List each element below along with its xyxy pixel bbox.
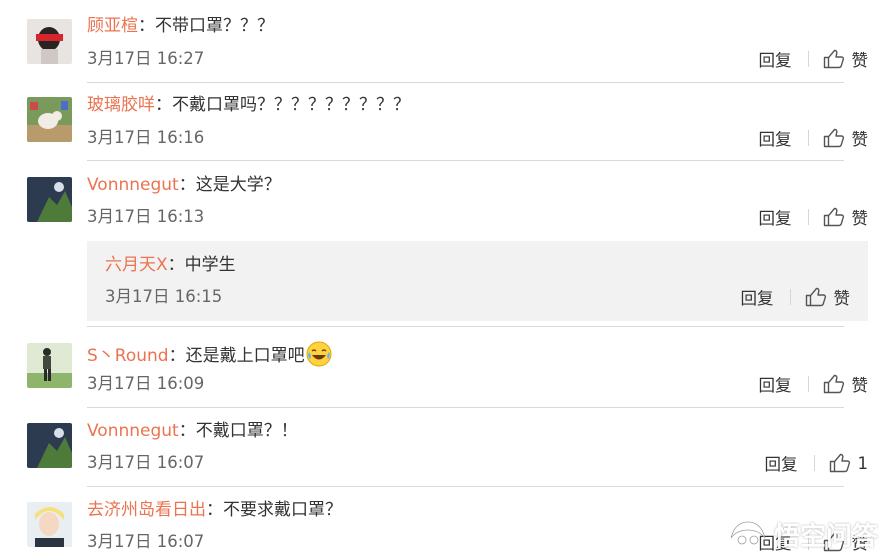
watermark: 悟空问答	[728, 516, 878, 553]
reply-button[interactable]: 回复	[741, 285, 774, 309]
separator: ：	[178, 175, 196, 195]
username-link[interactable]: S丶Round	[87, 346, 169, 366]
comment-line: 顾亚楦：不带口罩？？？	[87, 15, 274, 37]
reply-line: 六月天X：中学生	[105, 254, 236, 276]
like-button[interactable]: 赞	[823, 126, 869, 150]
comment-actions: 回复 赞	[759, 126, 869, 150]
comment-line: 玻璃胶咩：不戴口罩吗？？？？？？？？？	[87, 94, 410, 116]
action-divider	[813, 455, 815, 471]
comment-time: 3月17日 16:07	[87, 453, 205, 472]
separator: ：	[178, 421, 196, 441]
thumbs-up-icon	[829, 453, 850, 473]
comment-actions: 回复 1	[765, 451, 869, 475]
reply-button[interactable]: 回复	[759, 47, 792, 71]
comment-time: 3月17日 16:09	[87, 374, 205, 393]
comment-actions: 回复 赞	[759, 205, 869, 229]
comment-text: 不带口罩？？？	[155, 16, 274, 36]
action-divider	[807, 376, 809, 392]
like-button[interactable]: 赞	[805, 285, 851, 309]
thumbs-up-icon	[823, 128, 844, 148]
avatar[interactable]	[27, 177, 72, 222]
watermark-text: 悟空问答	[773, 522, 878, 552]
like-count: 1	[857, 453, 869, 473]
comment-time: 3月17日 16:13	[87, 207, 205, 226]
like-button[interactable]: 赞	[823, 47, 869, 71]
action-divider	[807, 51, 809, 67]
reply-button[interactable]: 回复	[759, 126, 792, 150]
comment-time: 3月17日 16:07	[87, 532, 205, 551]
like-label: 赞	[851, 209, 869, 228]
username-link[interactable]: Vonnnegut	[87, 421, 179, 441]
divider	[87, 160, 844, 161]
thumbs-up-icon	[823, 207, 844, 227]
comment-text: 不戴口罩吗？？？？？？？？？	[172, 95, 410, 115]
avatar[interactable]	[27, 343, 72, 388]
like-button[interactable]: 赞	[823, 372, 869, 396]
like-button[interactable]: 1	[829, 453, 869, 473]
comment-text: 不戴口罩？！	[195, 421, 298, 441]
reply-actions: 回复 赞	[741, 285, 851, 309]
separator: ：	[138, 16, 155, 36]
comment-line: Vonnnegut：这是大学？	[87, 174, 281, 196]
avatar[interactable]	[27, 19, 72, 64]
comment-text: 不要求戴口罩？	[223, 500, 342, 520]
comment-text: 这是大学？	[195, 175, 281, 195]
avatar[interactable]	[27, 423, 72, 468]
action-divider	[807, 209, 809, 225]
comment-actions: 回复 赞	[759, 47, 869, 71]
comment-line: 去济州岛看日出：不要求戴口罩？	[87, 499, 342, 521]
laughing-tears-emoji	[306, 341, 332, 367]
username-link[interactable]: 去济州岛看日出	[87, 500, 206, 520]
separator: ：	[167, 255, 185, 275]
like-label: 赞	[851, 130, 869, 149]
action-divider	[807, 130, 809, 146]
comment-time: 3月17日 16:16	[87, 128, 205, 147]
username-link[interactable]: 六月天X	[105, 255, 168, 275]
thumbs-up-icon	[823, 374, 844, 394]
separator: ：	[206, 500, 223, 520]
comment-actions: 回复 赞	[759, 372, 869, 396]
comment-text: 还是戴上口罩吧	[185, 346, 305, 366]
divider	[87, 82, 844, 83]
wukong-logo	[730, 521, 766, 544]
action-divider	[789, 289, 791, 305]
divider	[87, 486, 844, 487]
username-link[interactable]: 顾亚楦	[87, 16, 138, 36]
avatar[interactable]	[27, 97, 72, 142]
separator: ：	[168, 346, 186, 366]
like-button[interactable]: 赞	[823, 205, 869, 229]
reply-button[interactable]: 回复	[765, 451, 798, 475]
thumbs-up-icon	[805, 287, 826, 307]
username-link[interactable]: Vonnnegut	[87, 175, 179, 195]
comment-line: Vonnnegut：不戴口罩？！	[87, 420, 298, 442]
comment-line: S丶Round：还是戴上口罩吧	[87, 341, 332, 367]
comment-time: 3月17日 16:27	[87, 49, 205, 68]
thumbs-up-icon	[823, 49, 844, 69]
reply-button[interactable]: 回复	[759, 372, 792, 396]
username-link[interactable]: 玻璃胶咩	[87, 95, 155, 115]
like-label: 赞	[851, 51, 869, 70]
nested-reply: 六月天X：中学生 3月17日 16:15 回复 赞	[87, 241, 868, 321]
reply-time: 3月17日 16:15	[105, 287, 223, 306]
divider	[87, 326, 844, 327]
separator: ：	[155, 95, 172, 115]
divider	[87, 407, 844, 408]
like-label: 赞	[833, 289, 851, 308]
avatar[interactable]	[27, 502, 72, 547]
like-label: 赞	[851, 376, 869, 395]
reply-button[interactable]: 回复	[759, 205, 792, 229]
reply-text: 中学生	[184, 255, 236, 275]
